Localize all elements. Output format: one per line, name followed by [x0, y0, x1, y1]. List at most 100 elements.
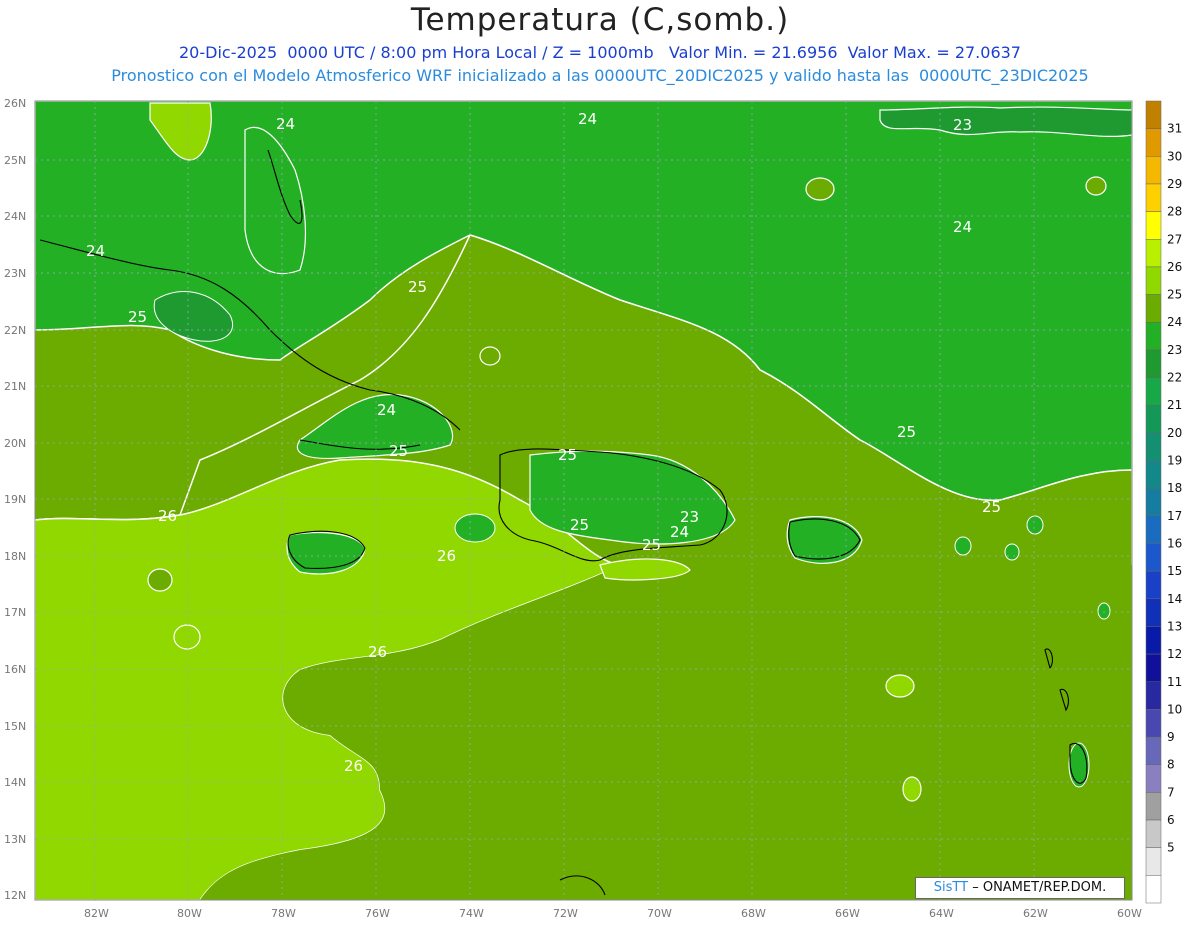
sistt-logo: SisTT [933, 880, 969, 895]
cool-spot-5 [1068, 742, 1090, 788]
lon-label: 64W [929, 907, 954, 920]
cool-spot-2 [1004, 543, 1020, 561]
contour-label: 25 [982, 498, 1001, 516]
colorbar-label: 31 [1167, 122, 1182, 136]
colorbar-swatch [1145, 736, 1162, 765]
lat-label: 20N [4, 437, 26, 450]
lat-label: 14N [4, 776, 26, 789]
colorbar-swatch [1145, 515, 1162, 544]
lat-label: 24N [4, 210, 26, 223]
contour-label: 24 [670, 523, 689, 541]
colorbar-label: 14 [1167, 592, 1182, 606]
colorbar-label: 8 [1167, 758, 1175, 772]
colorbar-label: 11 [1167, 675, 1182, 689]
contour-label: 25 [408, 278, 427, 296]
lon-label: 78W [271, 907, 296, 920]
lat-label: 21N [4, 380, 26, 393]
contour-label: 25 [897, 423, 916, 441]
colorbar-swatch [1145, 681, 1162, 710]
latitude-labels: 26N 25N 24N 23N 22N 21N 20N 19N 18N 17N … [4, 97, 26, 902]
contour-label: 25 [389, 442, 408, 460]
lat-label: 18N [4, 550, 26, 563]
credit-text: – ONAMET/REP.DOM. [972, 880, 1107, 895]
lon-label: 82W [84, 907, 109, 920]
colorbar-swatch [1145, 460, 1162, 489]
lat-label: 16N [4, 663, 26, 676]
colorbar-swatch [1145, 128, 1162, 157]
cool-spot-4 [1097, 602, 1111, 620]
colorbar-swatch [1145, 377, 1162, 406]
warm-spot-5 [479, 346, 501, 366]
colorbar-label: 7 [1167, 785, 1175, 799]
lat-label: 12N [4, 889, 26, 902]
colorbar-swatch [1145, 100, 1162, 129]
lat-label: 22N [4, 324, 26, 337]
colorbar-label: 16 [1167, 536, 1182, 550]
contour-label: 26 [158, 507, 177, 525]
colorbar-swatch [1145, 432, 1162, 461]
contour-label: 26 [437, 547, 456, 565]
lon-label: 70W [647, 907, 672, 920]
lon-label: 66W [835, 907, 860, 920]
colorbar-swatch [1145, 543, 1162, 572]
colorbar-swatch [1145, 266, 1162, 295]
contour-label: 25 [570, 516, 589, 534]
cool-spot-1 [1026, 515, 1044, 535]
lon-label: 74W [459, 907, 484, 920]
lat-label: 15N [4, 720, 26, 733]
colorbar-label: 28 [1167, 205, 1182, 219]
colorbar-swatch [1145, 239, 1162, 268]
lat-label: 17N [4, 606, 26, 619]
colorbar-label: 12 [1167, 647, 1182, 661]
colorbar-label: 24 [1167, 315, 1182, 329]
colorbar-label: 5 [1167, 841, 1175, 855]
contour-label: 24 [86, 242, 105, 260]
lon-label: 76W [365, 907, 390, 920]
lon-label: 80W [177, 907, 202, 920]
colorbar-swatch [1145, 819, 1162, 848]
contour-label: 24 [276, 115, 295, 133]
lon-label: 72W [553, 907, 578, 920]
colorbar-swatch [1145, 764, 1162, 793]
colorbar-swatch [1145, 653, 1162, 683]
contour-label: 23 [953, 116, 972, 134]
warm-spot-7 [1085, 176, 1107, 196]
credit-box: SisTT – ONAMET/REP.DOM. [915, 877, 1125, 899]
colorbar-label: 30 [1167, 149, 1182, 163]
colorbar-swatch [1145, 709, 1162, 738]
colorbar-label: 22 [1167, 371, 1182, 385]
colorbar-label: 29 [1167, 177, 1182, 191]
cool-spot-3 [954, 536, 972, 556]
lat-label: 13N [4, 833, 26, 846]
colorbar-swatch [1145, 487, 1162, 517]
contour-label: 25 [128, 308, 147, 326]
colorbar-swatch [1145, 294, 1162, 323]
colorbar-label: 6 [1167, 813, 1175, 827]
lat-label: 25N [4, 154, 26, 167]
warm-spot-6 [805, 177, 835, 201]
contour-label: 26 [368, 643, 387, 661]
contour-label: 26 [344, 757, 363, 775]
colorbar-label: 17 [1167, 509, 1182, 523]
contour-label: 24 [578, 110, 597, 128]
colorbar-swatch [1145, 626, 1162, 655]
colorbar-label: 19 [1167, 454, 1182, 468]
colorbar-swatch [1145, 183, 1162, 212]
warm-spot-1 [173, 624, 201, 650]
colorbar-label: 10 [1167, 702, 1182, 716]
lat-label: 19N [4, 493, 26, 506]
warm-spot-3 [885, 674, 915, 698]
colorbar-label: 15 [1167, 564, 1182, 578]
colorbar-label: 20 [1167, 426, 1182, 440]
lon-label: 68W [741, 907, 766, 920]
colorbar-label: 27 [1167, 232, 1182, 246]
colorbar-label: 25 [1167, 288, 1182, 302]
colorbar-swatch [1145, 598, 1162, 627]
colorbar-swatch [1145, 349, 1162, 378]
colorbar-label: 23 [1167, 343, 1182, 357]
colorbar-label: 26 [1167, 260, 1182, 274]
lat-label: 26N [4, 97, 26, 110]
longitude-labels: 82W 80W 78W 76W 74W 72W 70W 68W 66W 64W … [84, 907, 1142, 920]
warm-spot-2 [147, 568, 173, 592]
colorbar-swatch [1145, 792, 1162, 821]
